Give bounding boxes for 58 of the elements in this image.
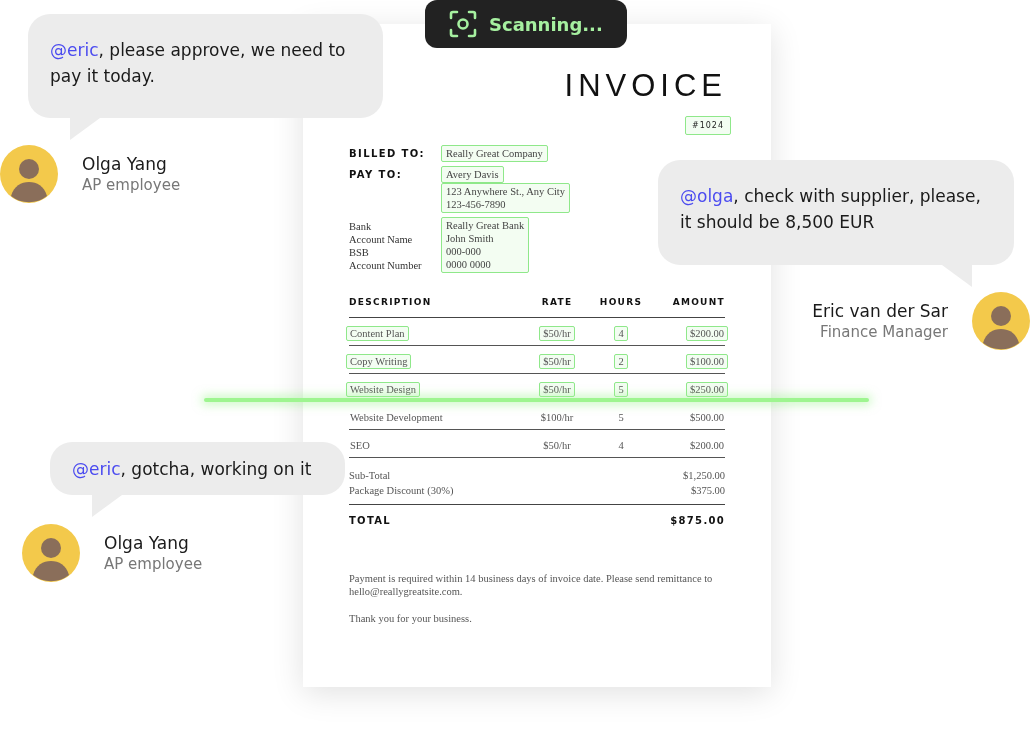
author-name: Olga Yang [104, 533, 190, 553]
total-value: $875.00 [670, 515, 725, 526]
table-cell: $250.00 [685, 382, 728, 397]
author-role: AP employee [104, 555, 203, 573]
scanning-label: Scanning... [489, 13, 603, 35]
table-cell: 2 [614, 354, 628, 369]
message-text: @eric, gotcha, working on it [72, 459, 312, 479]
field-label: PAY TO: [349, 169, 404, 180]
summary-label: Package Discount (30%) [349, 484, 454, 498]
field-value: Really Great Company [441, 145, 548, 162]
scan-icon [449, 10, 477, 38]
invoice-number: #1024 [684, 116, 731, 135]
field-label: BILLED TO: [349, 148, 427, 159]
table-cell: $100.00 [685, 354, 728, 369]
summary-value: $1,250.00 [683, 469, 725, 483]
column-header: AMOUNT [671, 297, 725, 307]
field-label: BSB [349, 246, 370, 259]
table-cell: Website Design [346, 382, 420, 397]
field-label: Account Name [349, 233, 414, 246]
column-header: DESCRIPTION [349, 297, 433, 307]
table-cell: 5 [614, 382, 628, 397]
message-text: @olga, check with supplier, please, it should be 8,500 EUR [680, 186, 981, 232]
table-cell-text: SEO [349, 439, 371, 453]
field-label: Bank [349, 220, 373, 233]
author-name: Eric van der Sar [812, 301, 948, 321]
avatar-icon [0, 145, 58, 203]
table-cell: $50/hr [539, 326, 575, 341]
field-label: Account Number [349, 259, 423, 272]
field-value: Really Great Bank John Smith 000-000 0000 0000 [441, 217, 530, 273]
table-cell-text: $100/hr [539, 411, 575, 425]
table-cell-text: $500.00 [688, 411, 725, 425]
table-cell-text: 4 [617, 439, 625, 453]
avatar-icon [22, 524, 80, 582]
message-text: @eric, please approve, we need to pay it today. [50, 40, 346, 86]
author-name: Olga Yang [82, 154, 168, 174]
total-label: TOTAL [349, 515, 391, 526]
invoice-title: INVOICE [564, 68, 727, 104]
column-header: HOURS [598, 297, 644, 307]
table-cell-text: Website Development [349, 411, 444, 425]
avatar-icon [972, 292, 1030, 350]
table-cell-text: $50/hr [542, 439, 572, 453]
table-cell: $50/hr [539, 382, 575, 397]
table-cell: $200.00 [685, 326, 728, 341]
payment-note: Payment is required within 14 business days of invoice date. Please send remittance to hello@reallygreatsite.com. [349, 572, 714, 598]
thanks-note: Thank you for your business. [349, 612, 473, 625]
summary-label: Sub-Total [349, 469, 391, 483]
column-header: RATE [540, 297, 574, 307]
table-cell: 4 [614, 326, 628, 341]
author-role: AP employee [82, 176, 181, 194]
author-role: Finance Manager [820, 323, 948, 341]
table-cell: Content Plan [346, 326, 409, 341]
table-cell-text: 5 [617, 411, 625, 425]
table-cell-text: $200.00 [688, 439, 725, 453]
table-cell: Copy Writing [346, 354, 412, 369]
field-value: Avery Davis [441, 166, 504, 183]
summary-value: $375.00 [690, 484, 725, 498]
table-cell: $50/hr [539, 354, 575, 369]
field-value: 123 Anywhere St., Any City 123-456-7890 [441, 183, 570, 213]
